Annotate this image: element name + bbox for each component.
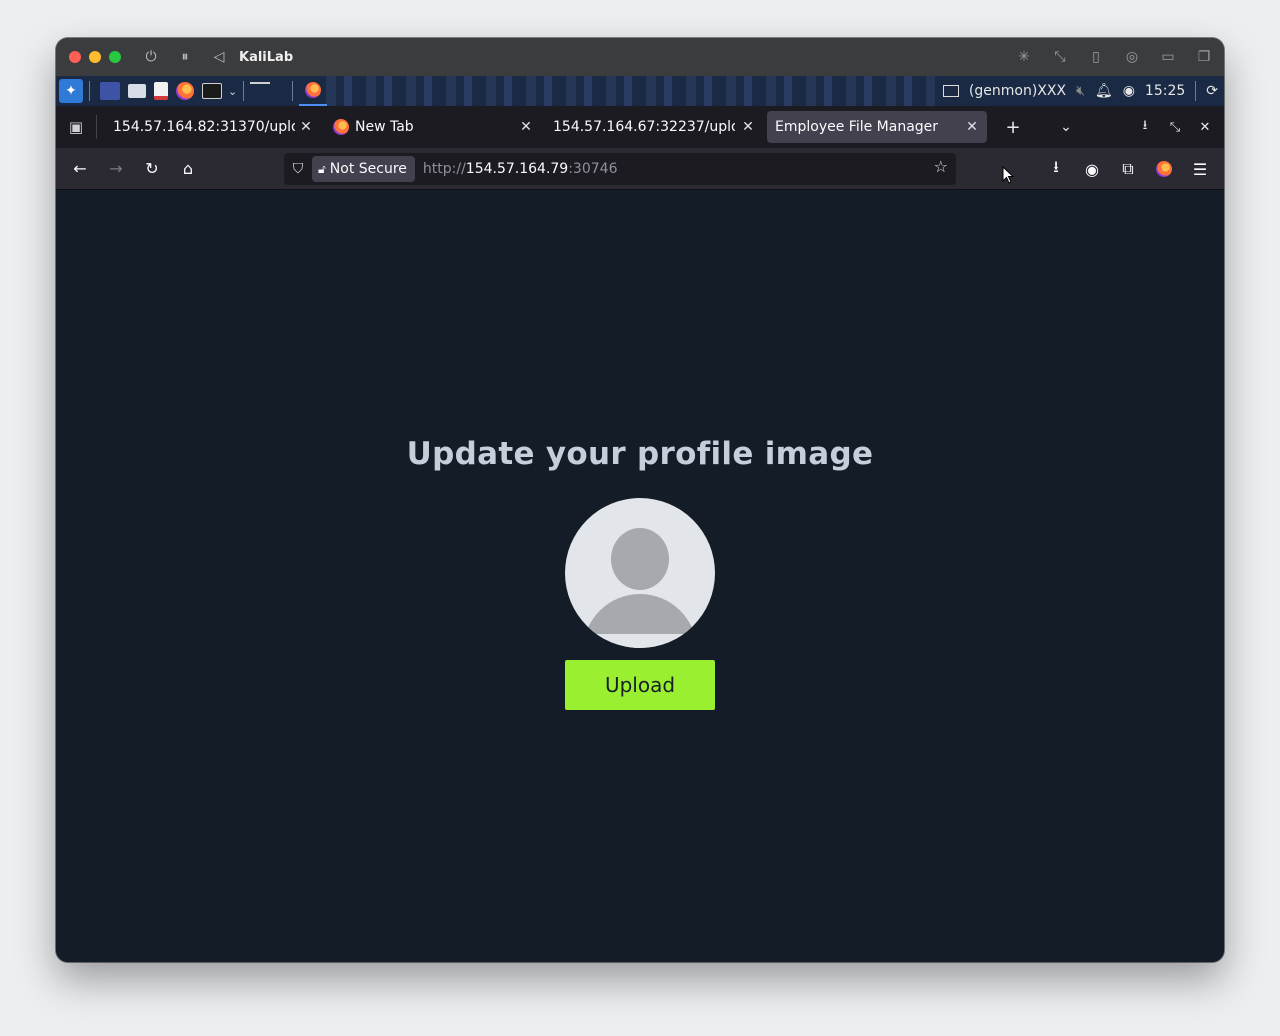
url-port: :30746 — [568, 161, 618, 177]
upload-button[interactable]: Upload — [565, 660, 715, 710]
home-button[interactable]: ⌂ — [174, 155, 202, 183]
tab-title: 154.57.164.67:32237/uploads — [553, 119, 735, 135]
bookmark-star-icon[interactable]: ☆ — [934, 157, 948, 176]
new-tab-button[interactable]: + — [991, 106, 1035, 148]
vm-window: ⏻ ⏸ ◁ KaliLab ✳ ⤡ ▯ ◎ ▭ ❐ ✦ ⌄ (genmon)XX… — [56, 38, 1224, 962]
folder-icon[interactable]: ▭ — [1158, 47, 1178, 67]
clock[interactable]: 15:25 — [1145, 83, 1185, 99]
tab-tray-icon[interactable]: ▣ — [56, 106, 96, 148]
kali-panel: ✦ ⌄ (genmon)XXX 🔇︎ 🔔︎ ◉ 15:25 ⟳ — [56, 76, 1224, 106]
back-button[interactable]: ← — [66, 155, 94, 183]
usb-icon[interactable]: ▯ — [1086, 47, 1106, 67]
logout-icon[interactable]: ⟳ — [1206, 83, 1218, 99]
url-scheme: http:// — [422, 161, 466, 177]
url-bar[interactable]: ⛉ 🔓︎ Not Secure http://154.57.164.79:307… — [284, 153, 956, 185]
minimize-window-button[interactable] — [89, 51, 101, 63]
power-manager-icon[interactable]: ◉ — [1123, 83, 1135, 99]
power-icon[interactable]: ⏻ — [143, 49, 159, 65]
workspace-icon[interactable] — [100, 82, 120, 100]
menu-icon[interactable]: ☰ — [1186, 155, 1214, 183]
file-manager-icon[interactable] — [128, 84, 146, 98]
share-icon[interactable]: ◎ — [1122, 47, 1142, 67]
extensions-icon[interactable]: ⧉ — [1114, 155, 1142, 183]
list-all-tabs-icon[interactable]: ⌄ — [1035, 106, 1097, 148]
panel-separator — [1195, 81, 1197, 101]
tab-title: Employee File Manager — [775, 119, 939, 135]
close-browser-icon[interactable]: ✕ — [1190, 106, 1220, 148]
page-title: Update your profile image — [406, 436, 874, 472]
bell-icon[interactable]: 🔔︎ — [1095, 83, 1113, 99]
not-secure-label: Not Secure — [329, 161, 407, 177]
panel-separator — [292, 81, 294, 101]
profile-avatar — [565, 498, 715, 648]
close-window-button[interactable] — [69, 51, 81, 63]
monitor-icon[interactable] — [942, 85, 959, 97]
tracking-shield-icon[interactable]: ⛉ — [284, 161, 312, 177]
site-security-button[interactable]: 🔓︎ Not Secure — [312, 156, 415, 182]
url-host: 154.57.164.79 — [465, 161, 569, 177]
broken-lock-icon: 🔓︎ — [318, 161, 326, 176]
chevron-down-icon[interactable]: ⌄ — [228, 79, 237, 103]
firefox-icon — [305, 82, 322, 98]
text-editor-icon[interactable] — [154, 82, 168, 100]
brightness-icon[interactable]: ✳ — [1014, 47, 1034, 67]
panel-tray: (genmon)XXX 🔇︎ 🔔︎ ◉ 15:25 ⟳ — [934, 76, 1224, 106]
panel-separator — [243, 81, 245, 101]
url-text[interactable]: http://154.57.164.79:30746 — [423, 161, 618, 177]
resize-icon[interactable]: ⤡ — [1050, 47, 1070, 67]
tab-uploads-82[interactable]: 154.57.164.82:31370/uploads ✕ — [105, 111, 321, 143]
kali-menu-icon[interactable]: ✦ — [59, 79, 83, 103]
pause-icon[interactable]: ⏸ — [177, 49, 193, 65]
close-tab-icon[interactable]: ✕ — [963, 118, 981, 136]
toolbar-right: ⭳ ◉ ⧉ ☰ — [1034, 148, 1224, 190]
tab-strip: ▣ 154.57.164.82:31370/uploads ✕ New Tab … — [56, 106, 1224, 148]
extension-avatar-icon — [1156, 161, 1172, 177]
firefox-view-icon[interactable] — [1150, 155, 1178, 183]
account-icon[interactable]: ◉ — [1078, 155, 1106, 183]
download-arrow-icon[interactable]: ⭳ — [1130, 106, 1160, 148]
vm-title: KaliLab — [239, 49, 294, 65]
forward-button[interactable]: → — [102, 155, 130, 183]
window-icon[interactable]: ❐ — [1194, 47, 1214, 67]
firefox-launcher-icon[interactable] — [176, 82, 194, 100]
tab-title: 154.57.164.82:31370/uploads — [113, 119, 295, 135]
genmon-label: (genmon)XXX — [968, 83, 1067, 99]
navigation-bar: ← → ↻ ⌂ ⛉ 🔓︎ Not Secure http://154.57.16… — [56, 148, 1224, 190]
reload-button[interactable]: ↻ — [138, 155, 166, 183]
tab-employee-file-manager[interactable]: Employee File Manager ✕ — [767, 111, 987, 143]
vm-titlebar: ⏻ ⏸ ◁ KaliLab ✳ ⤡ ▯ ◎ ▭ ❐ — [56, 38, 1224, 76]
tab-uploads-67[interactable]: 154.57.164.67:32237/uploads ✕ — [545, 111, 763, 143]
restore-icon[interactable]: ⤡ — [1160, 106, 1190, 148]
close-tab-icon[interactable]: ✕ — [739, 118, 757, 136]
page-content: Update your profile image Upload — [56, 190, 1224, 962]
close-tab-icon[interactable]: ✕ — [297, 118, 315, 136]
avatar-head — [611, 528, 669, 590]
back-icon[interactable]: ◁ — [211, 49, 227, 65]
window-controls — [69, 51, 121, 63]
firefox-window-button[interactable] — [299, 76, 328, 106]
panel-separator — [89, 81, 90, 101]
tab-new-tab[interactable]: New Tab ✕ — [325, 111, 541, 143]
tab-divider — [96, 115, 97, 139]
vm-toolbar: ✳ ⤡ ▯ ◎ ▭ ❐ — [1014, 38, 1214, 76]
muted-speaker-icon[interactable]: 🔇︎ — [1076, 83, 1085, 99]
maximize-window-button[interactable] — [109, 51, 121, 63]
firefox-icon — [333, 119, 349, 135]
mouse-cursor-icon — [1002, 166, 1014, 184]
tab-title: New Tab — [355, 119, 414, 135]
window-button-empty[interactable] — [250, 82, 271, 100]
avatar-base — [565, 634, 715, 648]
terminal-icon[interactable] — [202, 83, 222, 99]
downloads-icon[interactable]: ⭳ — [1042, 155, 1070, 183]
close-tab-icon[interactable]: ✕ — [517, 118, 535, 136]
